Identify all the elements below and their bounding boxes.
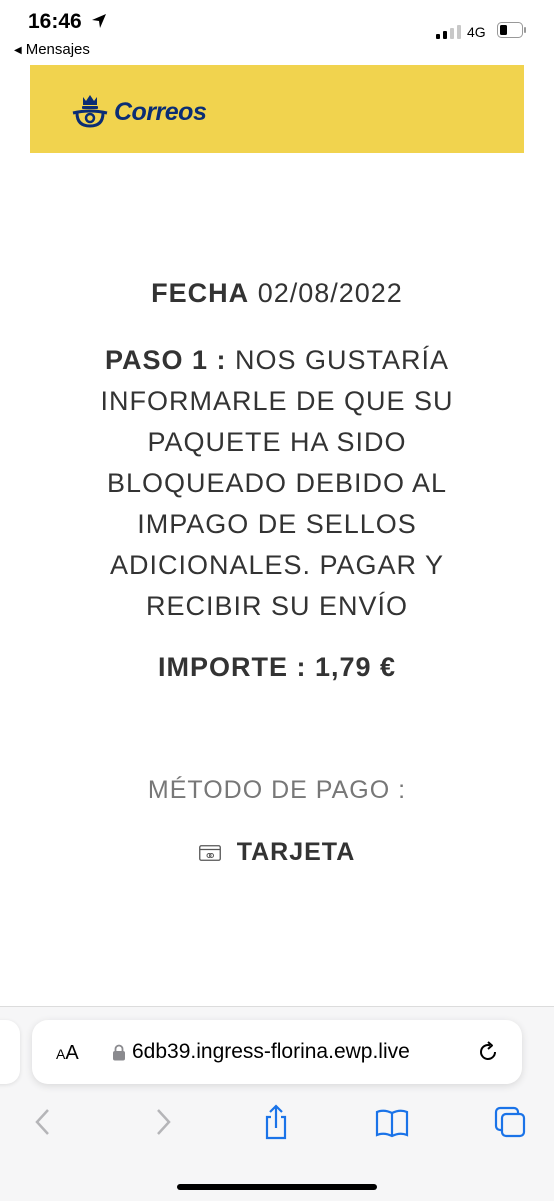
bookmarks-icon[interactable] [374, 1104, 410, 1140]
tabs-icon[interactable] [493, 1104, 527, 1140]
reload-icon[interactable] [476, 1040, 500, 1064]
step-message: PASO 1 : NOS GUSTARÍA INFORMARLE DE QUE … [72, 340, 482, 627]
previous-tab-card[interactable] [0, 1020, 20, 1084]
header-banner: Correos [30, 65, 524, 153]
back-app-label: Mensajes [25, 41, 90, 58]
amount-label: IMPORTE : [157, 652, 307, 682]
payment-method-label: MÉTODO DE PAGO : [147, 776, 407, 804]
battery-icon [497, 22, 526, 38]
address-bar[interactable]: AA 6db39.ingress-florina.ewp.live [32, 1020, 522, 1084]
signal-icon [436, 25, 461, 39]
amount-value: 1,79 € [314, 652, 397, 682]
lock-icon [113, 1044, 125, 1061]
share-icon[interactable] [261, 1104, 291, 1140]
home-indicator[interactable] [177, 1184, 377, 1190]
credit-card-icon [198, 844, 221, 861]
brand-name: Correos [114, 97, 207, 126]
status-time: 16:46 [28, 10, 82, 33]
date-value: 02/08/2022 [257, 278, 403, 308]
correos-logo[interactable]: Correos [70, 93, 207, 131]
amount-line: IMPORTE : 1,79 € [0, 652, 554, 683]
url-text: 6db39.ingress-florina.ewp.live [132, 1040, 410, 1063]
forward-icon[interactable] [148, 1104, 178, 1140]
network-type: 4G [467, 24, 486, 40]
text-size-button[interactable]: AA [56, 1042, 79, 1065]
back-icon[interactable] [28, 1104, 58, 1140]
step-label: PASO 1 : [104, 345, 227, 375]
back-to-app-link[interactable]: ◀ Mensajes [14, 41, 90, 58]
status-bar: 16:46 ◀ Mensajes 4G [0, 0, 554, 62]
card-label: TARJETA [236, 838, 356, 866]
location-arrow-icon [92, 14, 106, 28]
date-line: FECHA 02/08/2022 [0, 278, 554, 309]
step-text: NOS GUSTARÍA INFORMARLE DE QUE SU PAQUET… [100, 345, 454, 621]
crown-horn-icon [72, 95, 108, 128]
card-payment-option[interactable]: TARJETA [0, 838, 554, 867]
date-label: FECHA [151, 278, 250, 308]
back-triangle-icon: ◀ [14, 45, 22, 56]
